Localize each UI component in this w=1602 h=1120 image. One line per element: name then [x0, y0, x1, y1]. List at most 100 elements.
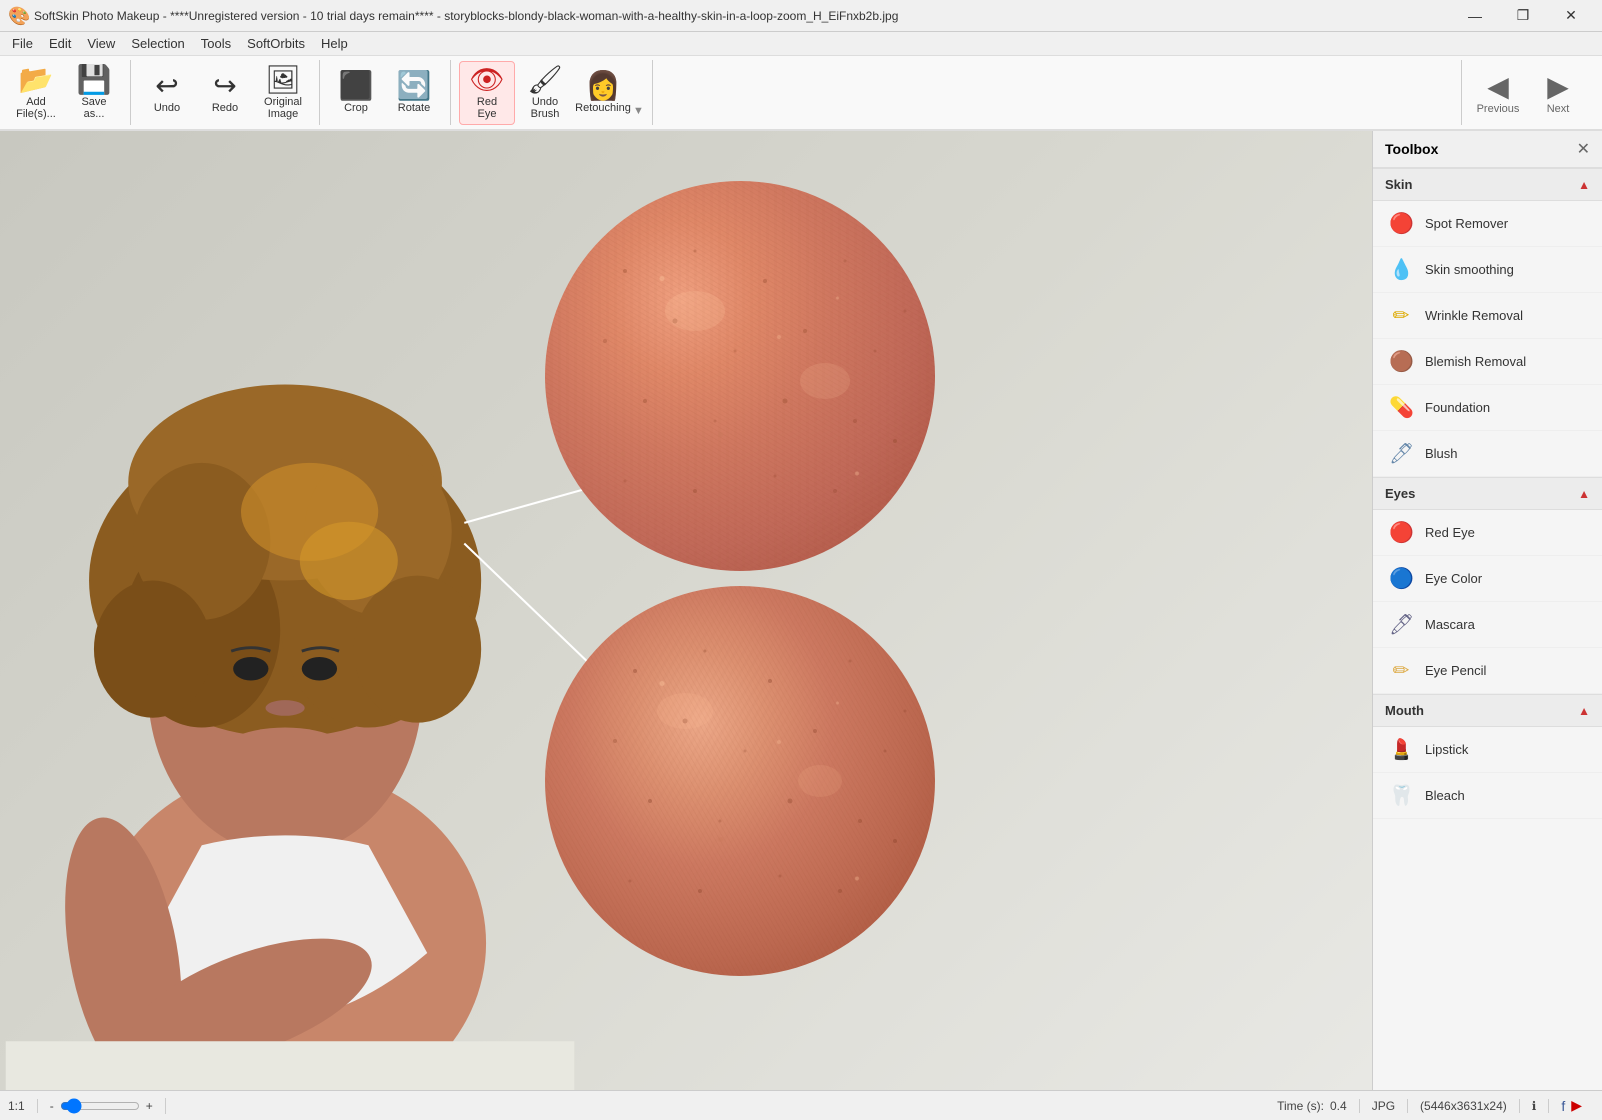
tool-eye-pencil[interactable]: ✏ Eye Pencil — [1373, 648, 1602, 694]
red-eye-label: RedEye — [477, 96, 497, 120]
menu-edit[interactable]: Edit — [41, 34, 79, 53]
navigation-section: ◀ Previous ▶ Next — [1461, 60, 1594, 125]
undo-brush-label: UndoBrush — [531, 96, 560, 120]
status-bar: 1:1 - + Time (s): 0.4 JPG (5446x3631x24)… — [0, 1090, 1602, 1120]
tool-lipstick[interactable]: 💄 Lipstick — [1373, 727, 1602, 773]
tool-skin-smoothing[interactable]: 💧 Skin smoothing — [1373, 247, 1602, 293]
close-button[interactable]: ✕ — [1548, 0, 1594, 32]
tool-bleach[interactable]: 🦷 Bleach — [1373, 773, 1602, 819]
tool-wrinkle-removal[interactable]: ✏ Wrinkle Removal — [1373, 293, 1602, 339]
toolbox-title: Toolbox — [1385, 141, 1438, 157]
dimensions-value: (5446x3631x24) — [1420, 1099, 1507, 1113]
toolbar-transform-group: ⬛ Crop 🔄 Rotate — [328, 60, 451, 125]
add-file-button[interactable]: 📂 AddFile(s)... — [8, 61, 64, 125]
skin-section-collapse-icon: ▲ — [1578, 178, 1590, 192]
menu-tools[interactable]: Tools — [193, 34, 239, 53]
menu-selection[interactable]: Selection — [123, 34, 192, 53]
undo-brush-button[interactable]: 🖌 UndoBrush — [517, 61, 573, 125]
facebook-icon[interactable]: f — [1561, 1098, 1565, 1114]
menu-view[interactable]: View — [79, 34, 123, 53]
eyes-section-header[interactable]: Eyes ▲ — [1373, 477, 1602, 510]
mouth-section-header[interactable]: Mouth ▲ — [1373, 694, 1602, 727]
time-value: 0.4 — [1330, 1099, 1347, 1113]
skin-texture-top — [545, 181, 935, 571]
zoom-slider[interactable] — [60, 1098, 140, 1114]
bleach-label: Bleach — [1425, 788, 1465, 803]
blemish-removal-label: Blemish Removal — [1425, 354, 1526, 369]
share-section: f ▶ — [1561, 1097, 1594, 1114]
add-file-label: AddFile(s)... — [16, 96, 56, 120]
retouching-icon: 👩 — [586, 72, 621, 100]
tool-mascara[interactable]: 🖊 Mascara — [1373, 602, 1602, 648]
dimensions-section: (5446x3631x24) — [1420, 1099, 1520, 1113]
info-section: ℹ — [1532, 1099, 1550, 1113]
toolbox-close-button[interactable]: ✕ — [1577, 139, 1590, 159]
canvas-area[interactable] — [0, 131, 1372, 1090]
original-image-icon: 🖼 — [265, 66, 301, 94]
eyes-section-collapse-icon: ▲ — [1578, 487, 1590, 501]
main-area: Toolbox ✕ Skin ▲ 🔴 Spot Remover 💧 Skin s… — [0, 131, 1602, 1090]
menu-softorbits[interactable]: SoftOrbits — [239, 34, 313, 53]
skin-texture-bottom — [545, 586, 935, 976]
toolbox-header: Toolbox ✕ — [1373, 131, 1602, 168]
menu-file[interactable]: File — [4, 34, 41, 53]
eye-pencil-label: Eye Pencil — [1425, 663, 1486, 678]
mouth-section-label: Mouth — [1385, 703, 1424, 718]
next-button[interactable]: ▶ Next — [1530, 61, 1586, 125]
eye-color-icon: 🔵 — [1389, 566, 1413, 591]
undo-button[interactable]: ↩ Undo — [139, 61, 195, 125]
skin-smoothing-label: Skin smoothing — [1425, 262, 1514, 277]
next-label: Next — [1547, 103, 1570, 115]
original-image-button[interactable]: 🖼 OriginalImage — [255, 61, 311, 125]
skin-section-header[interactable]: Skin ▲ — [1373, 168, 1602, 201]
photo-container — [0, 131, 1372, 1090]
save-as-icon: 💾 — [77, 66, 112, 94]
red-eye-tool-icon: 🔴 — [1389, 520, 1413, 545]
skin-smoothing-icon: 💧 — [1389, 257, 1413, 282]
minimize-button[interactable]: — — [1452, 0, 1498, 32]
zoom-minus-btn[interactable]: - — [50, 1099, 54, 1113]
redo-button[interactable]: ↪ Redo — [197, 61, 253, 125]
zoom-plus-btn[interactable]: + — [146, 1099, 153, 1113]
crop-button[interactable]: ⬛ Crop — [328, 61, 384, 125]
menu-help[interactable]: Help — [313, 34, 356, 53]
foundation-icon: 💊 — [1389, 395, 1413, 420]
undo-brush-icon: 🖌 — [527, 66, 563, 94]
undo-icon: ↩ — [155, 72, 178, 100]
title-bar: 🎨 SoftSkin Photo Makeup - ****Unregister… — [0, 0, 1602, 32]
tool-red-eye[interactable]: 🔴 Red Eye — [1373, 510, 1602, 556]
woman-figure — [0, 208, 580, 1090]
tool-eye-color[interactable]: 🔵 Eye Color — [1373, 556, 1602, 602]
zoom-circle-bottom — [545, 586, 935, 976]
crop-label: Crop — [344, 102, 368, 114]
window-controls: — ❐ ✕ — [1452, 0, 1594, 32]
foundation-label: Foundation — [1425, 400, 1490, 415]
lipstick-label: Lipstick — [1425, 742, 1468, 757]
next-icon: ▶ — [1547, 70, 1569, 103]
zoom-slider-section: - + — [50, 1098, 166, 1114]
red-eye-button[interactable]: 👁 RedEye — [459, 61, 515, 125]
add-file-icon: 📂 — [19, 66, 54, 94]
save-as-label: Saveas... — [81, 96, 106, 120]
zoom-circle-top — [545, 181, 935, 571]
time-section: Time (s): 0.4 — [1277, 1099, 1360, 1113]
tool-foundation[interactable]: 💊 Foundation — [1373, 385, 1602, 431]
maximize-button[interactable]: ❐ — [1500, 0, 1546, 32]
youtube-icon[interactable]: ▶ — [1571, 1097, 1582, 1114]
blush-icon: 🖊 — [1389, 441, 1413, 466]
format-value: JPG — [1372, 1099, 1395, 1113]
save-as-button[interactable]: 💾 Saveas... — [66, 61, 122, 125]
app-icon: 🎨 — [8, 6, 28, 26]
tool-spot-remover[interactable]: 🔴 Spot Remover — [1373, 201, 1602, 247]
previous-button[interactable]: ◀ Previous — [1470, 61, 1526, 125]
toolbar-dropdown-arrow[interactable]: ▼ — [633, 105, 644, 125]
previous-label: Previous — [1477, 103, 1520, 115]
zoom-section: 1:1 — [8, 1099, 38, 1113]
time-label: Time (s): — [1277, 1099, 1324, 1113]
retouching-button[interactable]: 👩 Retouching — [575, 61, 631, 125]
zoom-circles — [545, 181, 935, 976]
info-icon[interactable]: ℹ — [1532, 1099, 1537, 1113]
tool-blemish-removal[interactable]: 🟤 Blemish Removal — [1373, 339, 1602, 385]
tool-blush[interactable]: 🖊 Blush — [1373, 431, 1602, 477]
rotate-button[interactable]: 🔄 Rotate — [386, 61, 442, 125]
